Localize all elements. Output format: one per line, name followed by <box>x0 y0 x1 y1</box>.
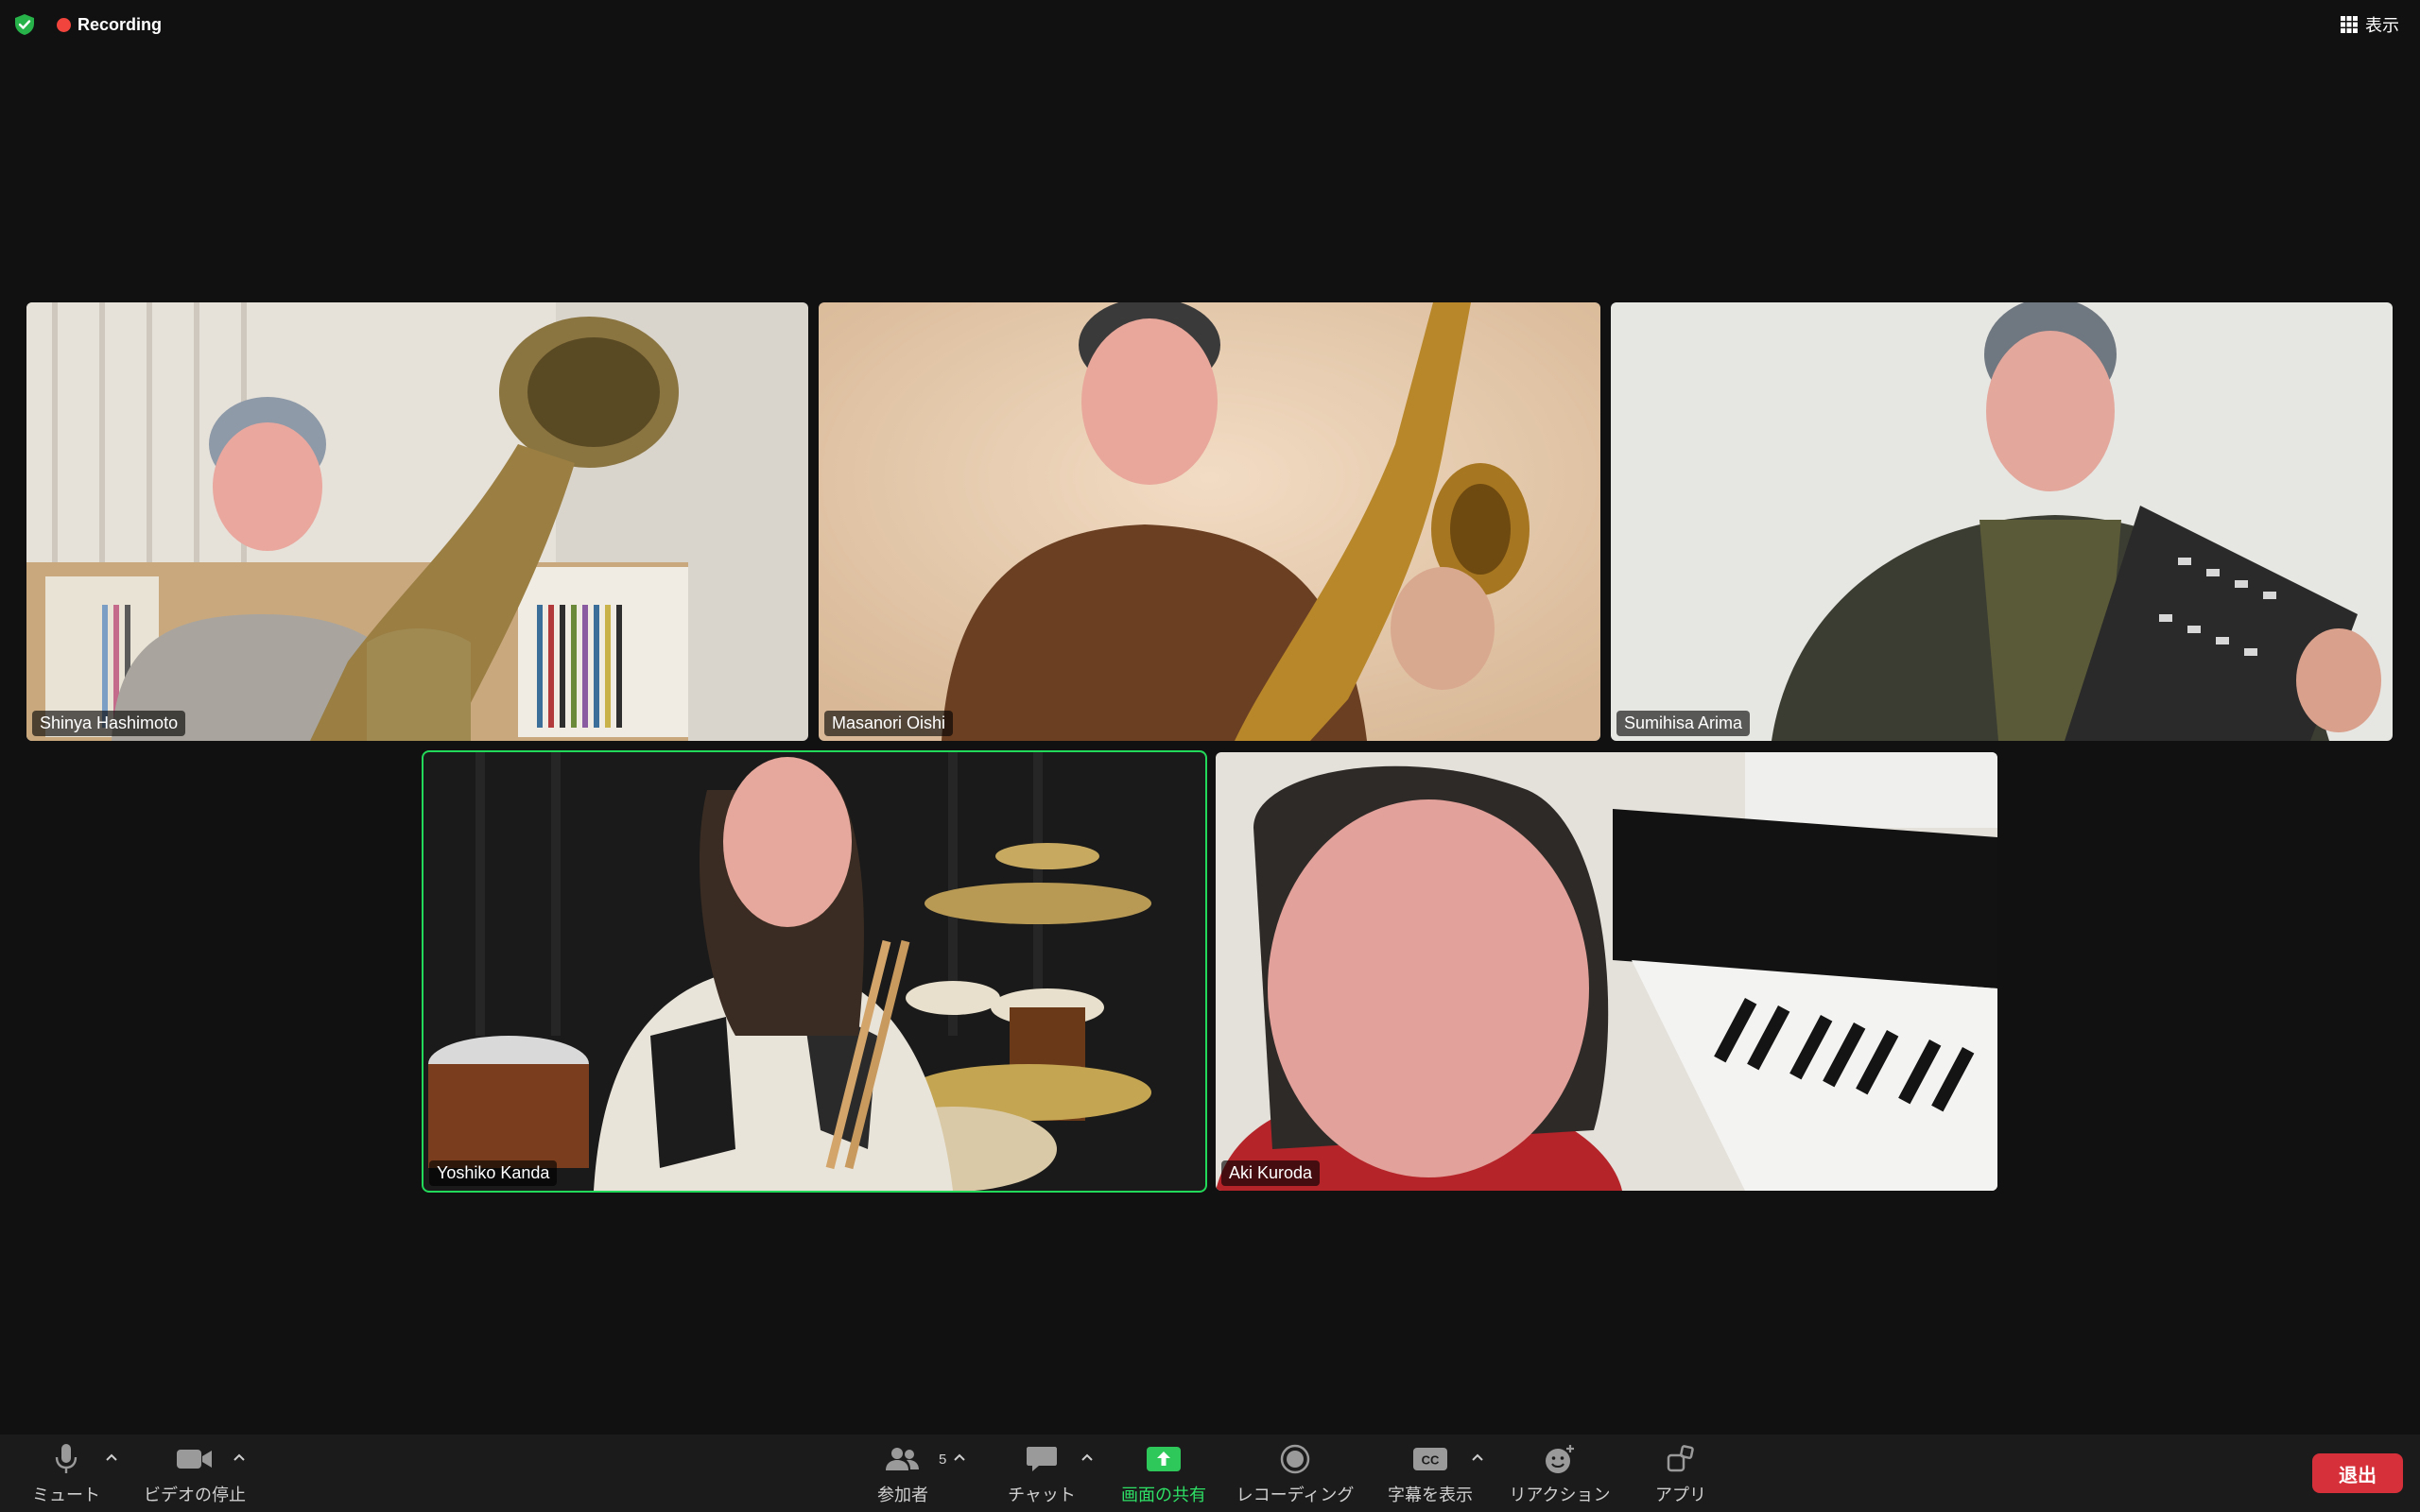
chat-bubble-icon <box>1027 1447 1057 1471</box>
recording-label: Recording <box>78 14 163 34</box>
video-feed <box>1216 752 1997 1191</box>
participant-name: Shinya Hashimoto <box>32 711 186 736</box>
apps-label: アプリ <box>1655 1486 1706 1504</box>
captions-options-caret-icon[interactable] <box>1470 1450 1485 1465</box>
recording-dot-icon <box>57 17 71 32</box>
video-tile-active-speaker[interactable]: Yoshiko Kanda <box>422 750 1207 1193</box>
chat-options-caret-icon[interactable] <box>1080 1450 1095 1465</box>
reaction-emoji-icon <box>1546 1445 1574 1473</box>
participants-options-caret-icon[interactable] <box>952 1450 967 1465</box>
participants-label: 参加者 <box>877 1486 928 1504</box>
video-feed <box>1611 302 2393 741</box>
top-bar: Recording 表示 <box>0 0 2420 49</box>
mute-options-caret-icon[interactable] <box>104 1450 119 1465</box>
captions-label: 字幕を表示 <box>1388 1486 1473 1504</box>
video-tile[interactable]: Masanori Oishi <box>819 302 1600 741</box>
grid-view-icon <box>2341 16 2358 33</box>
mute-button[interactable]: ミュート <box>30 1442 102 1508</box>
record-icon <box>1280 1444 1310 1474</box>
participants-count: 5 <box>939 1452 947 1468</box>
share-screen-label: 画面の共有 <box>1121 1486 1206 1504</box>
video-feed <box>819 302 1600 741</box>
video-camera-icon <box>177 1450 212 1469</box>
closed-caption-icon: CC <box>1413 1448 1447 1470</box>
participant-name: Aki Kuroda <box>1221 1160 1321 1186</box>
shield-check-icon[interactable] <box>13 13 36 36</box>
recording-indicator[interactable]: Recording <box>57 13 162 36</box>
record-button[interactable]: レコーディング <box>1233 1442 1357 1508</box>
video-feed <box>26 302 808 741</box>
captions-badge-text: CC <box>1422 1453 1440 1468</box>
participant-name: Masanori Oishi <box>824 711 954 736</box>
video-tile[interactable]: Shinya Hashimoto <box>26 302 808 741</box>
captions-button[interactable]: CC 字幕を表示 <box>1386 1442 1475 1508</box>
video-feed <box>424 752 1205 1191</box>
view-button[interactable]: 表示 <box>2341 9 2399 40</box>
apps-icon <box>1667 1445 1694 1472</box>
reactions-button[interactable]: リアクション <box>1505 1442 1615 1508</box>
microphone-icon <box>55 1444 78 1473</box>
share-screen-icon <box>1147 1447 1181 1471</box>
reactions-label: リアクション <box>1509 1486 1611 1504</box>
video-options-caret-icon[interactable] <box>232 1450 247 1465</box>
mute-label: ミュート <box>32 1486 100 1504</box>
stop-video-label: ビデオの停止 <box>144 1486 246 1504</box>
record-label: レコーディング <box>1236 1486 1355 1504</box>
meeting-toolbar: ミュート ビデオの停止 5 参加者 チャット 画面の共有 レコーディング CC … <box>0 1435 2420 1512</box>
chat-button[interactable]: チャット <box>1004 1442 1080 1508</box>
view-label: 表示 <box>2365 16 2399 35</box>
leave-meeting-button[interactable]: 退出 <box>2312 1453 2403 1493</box>
apps-button[interactable]: アプリ <box>1652 1442 1709 1508</box>
participants-button[interactable]: 5 参加者 <box>870 1442 946 1508</box>
share-screen-button[interactable]: 画面の共有 <box>1117 1442 1210 1508</box>
zoom-meeting-window: Recording 表示 Shinya Hashimoto Masanori O… <box>0 0 2420 1512</box>
chat-label: チャット <box>1008 1486 1076 1504</box>
video-tile[interactable]: Sumihisa Arima <box>1611 302 2393 741</box>
participants-icon <box>886 1448 919 1470</box>
participant-name: Sumihisa Arima <box>1616 711 1751 736</box>
participant-name: Yoshiko Kanda <box>429 1160 558 1186</box>
video-tile[interactable]: Aki Kuroda <box>1216 752 1997 1191</box>
